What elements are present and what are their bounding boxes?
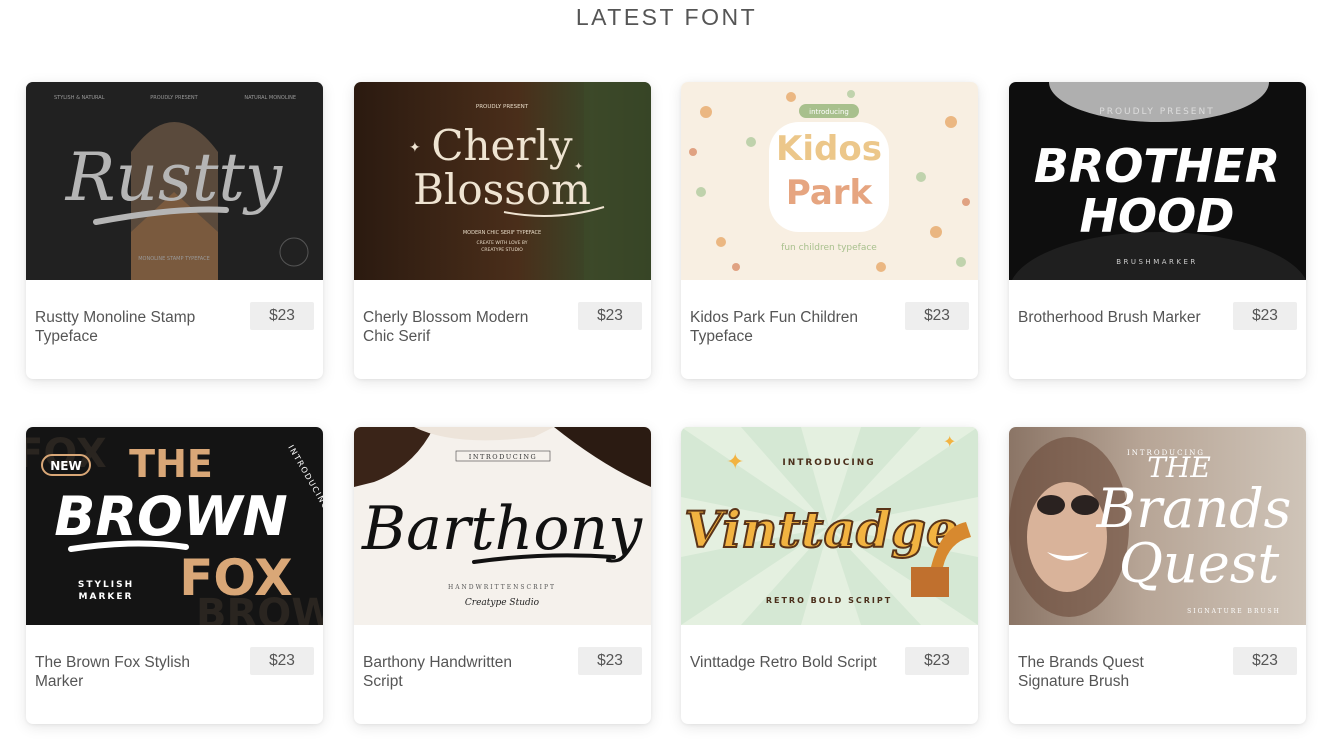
font-preview-image[interactable]: Rustty STYLISH & NATURAL PROUDLY PRESENT… — [26, 82, 323, 280]
preview-text: INTRODUCING — [782, 458, 875, 468]
font-title[interactable]: Vinttadge Retro Bold Script — [690, 653, 880, 672]
price-badge: $23 — [1233, 302, 1297, 330]
font-card-barthony[interactable]: INTRODUCING Barthony HANDWRITTENSCRIPT C… — [354, 427, 651, 724]
font-title[interactable]: Brotherhood Brush Marker — [1018, 308, 1208, 327]
price-badge: $23 — [578, 647, 642, 675]
preview-text: PROUDLY PRESENT — [1099, 107, 1214, 117]
preview-text: Rustty — [65, 139, 283, 216]
preview-text: Kidos — [776, 129, 882, 169]
preview-text: Barthony — [361, 494, 643, 564]
font-card-cherly-blossom[interactable]: PROUDLY PRESENT Cherly Blossom ✦ ✦ MODER… — [354, 82, 651, 379]
preview-text: BROWN — [54, 485, 287, 548]
star-icon: ✦ — [943, 434, 956, 451]
font-card-vinttadge[interactable]: ✦ ✦ INTRODUCING Vinttadge RETRO BOLD SCR… — [681, 427, 978, 724]
price-badge: $23 — [905, 302, 969, 330]
preview-text: Vinttadge — [684, 500, 958, 559]
font-title[interactable]: Rustty Monoline Stamp Typeface — [35, 308, 225, 346]
font-card-brands-quest[interactable]: INTRODUCING THE Brands Quest SIGNATURE B… — [1009, 427, 1306, 724]
font-title[interactable]: Barthony Handwritten Script — [363, 653, 553, 691]
new-badge: NEW — [50, 459, 81, 473]
preview-text: Cherly — [431, 121, 573, 170]
price-badge: $23 — [905, 647, 969, 675]
preview-text: CREATYPE STUDIO — [481, 247, 523, 253]
price-badge: $23 — [1233, 647, 1297, 675]
preview-text: Creatype Studio — [465, 598, 540, 608]
font-card-rustty[interactable]: Rustty STYLISH & NATURAL PROUDLY PRESENT… — [26, 82, 323, 379]
preview-text: STYLISH & NATURAL — [54, 95, 105, 101]
section-title: LATEST FONT — [575, 4, 758, 30]
font-preview-image[interactable]: PROUDLY PRESENT Cherly Blossom ✦ ✦ MODER… — [354, 82, 651, 280]
preview-text: Park — [786, 173, 874, 213]
preview-text: HOOD — [1080, 189, 1235, 243]
preview-text: PROUDLY PRESENT — [476, 104, 529, 110]
font-preview-image[interactable]: introducing Kidos Park fun children type… — [681, 82, 978, 280]
preview-text: NATURAL MONOLINE — [244, 95, 296, 101]
font-preview-image[interactable]: INTRODUCING THE Brands Quest SIGNATURE B… — [1009, 427, 1306, 625]
preview-text: BRUSHMARKER — [1116, 258, 1198, 266]
font-card-kidos-park[interactable]: introducing Kidos Park fun children type… — [681, 82, 978, 379]
price-badge: $23 — [250, 647, 314, 675]
sparkle-icon: ✦ — [574, 161, 583, 173]
preview-text: Blossom — [413, 165, 591, 214]
preview-text: STYLISH — [78, 580, 134, 590]
font-card-brotherhood[interactable]: PROUDLY PRESENT BROTHER HOOD BRUSHMARKER… — [1009, 82, 1306, 379]
font-title[interactable]: Cherly Blossom Modern Chic Serif — [363, 308, 553, 346]
sparkle-icon: ✦ — [409, 139, 421, 155]
font-title[interactable]: The Brands Quest Signature Brush — [1018, 653, 1208, 691]
preview-text: BROTHER — [1034, 139, 1280, 193]
price-badge: $23 — [250, 302, 314, 330]
preview-text: MONOLINE STAMP TYPEFACE — [138, 256, 210, 262]
font-title[interactable]: Kidos Park Fun Children Typeface — [690, 308, 880, 346]
font-card-brown-fox[interactable]: FOX BROWN NEW THE BROWN FOX INTRODUCING … — [26, 427, 323, 724]
font-preview-image[interactable]: PROUDLY PRESENT BROTHER HOOD BRUSHMARKER — [1009, 82, 1306, 280]
font-preview-image[interactable]: FOX BROWN NEW THE BROWN FOX INTRODUCING … — [26, 427, 323, 625]
preview-text: SIGNATURE BRUSH — [1187, 608, 1281, 615]
preview-text: MARKER — [79, 592, 134, 602]
preview-text: MODERN CHIC SERIF TYPEFACE — [463, 230, 541, 236]
font-title[interactable]: The Brown Fox Stylish Marker — [35, 653, 225, 691]
preview-text: introducing — [809, 108, 849, 116]
preview-text: RETRO BOLD SCRIPT — [766, 596, 892, 605]
preview-text: FOX — [179, 549, 292, 607]
preview-text: INTRODUCING — [469, 453, 537, 461]
star-icon: ✦ — [726, 449, 744, 474]
preview-text: PROUDLY PRESENT — [150, 95, 198, 101]
preview-text: THE — [129, 442, 213, 486]
preview-text: CREATE WITH LOVE BY — [477, 240, 528, 246]
price-badge: $23 — [578, 302, 642, 330]
preview-text: Quest — [1119, 532, 1280, 595]
preview-text: Brands — [1096, 477, 1292, 540]
font-preview-image[interactable]: ✦ ✦ INTRODUCING Vinttadge RETRO BOLD SCR… — [681, 427, 978, 625]
preview-text: fun children typeface — [781, 243, 877, 253]
preview-text: HANDWRITTENSCRIPT — [448, 584, 556, 591]
font-preview-image[interactable]: INTRODUCING Barthony HANDWRITTENSCRIPT C… — [354, 427, 651, 625]
